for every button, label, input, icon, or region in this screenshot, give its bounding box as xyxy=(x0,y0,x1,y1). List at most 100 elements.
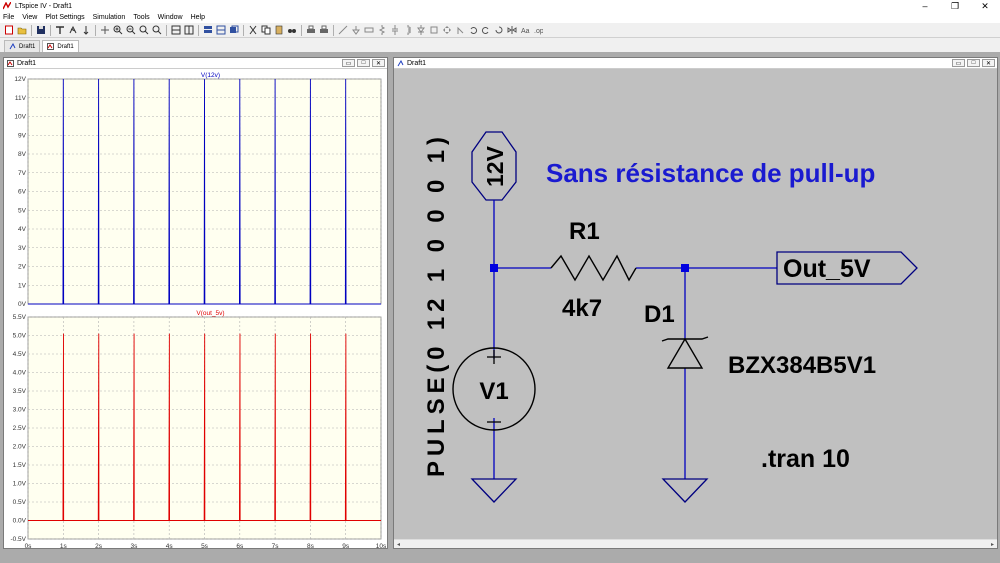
y-tick-label: 5.0V xyxy=(13,333,27,340)
drag-icon[interactable] xyxy=(455,25,465,35)
v1-name[interactable]: V1 xyxy=(479,378,508,405)
spice-directive[interactable]: .tran 10 xyxy=(761,445,850,473)
print-icon[interactable] xyxy=(319,25,329,35)
d1-model[interactable]: BZX384B5V1 xyxy=(728,352,876,379)
menu-plot-settings[interactable]: Plot Settings xyxy=(45,14,84,21)
d1-name[interactable]: D1 xyxy=(644,301,675,328)
y-tick-label: 3.5V xyxy=(13,388,27,395)
waveform-plots[interactable]: 0V 1V 2V 3V 4V 5V 6V 7V 8V 9V 10V 11V 12V V(12v) -0.5V… xyxy=(4,69,387,550)
net-label-12v[interactable]: 12V xyxy=(482,145,508,187)
tile-horizontal-icon[interactable] xyxy=(171,25,181,35)
close-icon: ✕ xyxy=(375,60,382,67)
menu-window[interactable]: Window xyxy=(158,14,183,21)
cascade-icon[interactable] xyxy=(203,25,213,35)
zoom-fit-icon[interactable] xyxy=(139,25,149,35)
y-tick-label: 9V xyxy=(18,132,27,139)
tab-schematic-draft1[interactable]: Draft1 xyxy=(4,40,41,52)
waveform-window-caption: Draft1 ▭ □ ✕ xyxy=(4,58,387,69)
resistor-r1-symbol[interactable] xyxy=(550,254,637,282)
zoom-full-icon[interactable] xyxy=(152,25,162,35)
schematic-drawing[interactable]: Sans résistance de pull-up 12V R1 4k7 Ou… xyxy=(394,69,988,539)
schematic-maximize-button[interactable]: □ xyxy=(967,59,980,67)
tab-waveform-draft1[interactable]: Draft1 xyxy=(42,40,79,52)
menu-bar: File View Plot Settings Simulation Tools… xyxy=(0,12,1000,23)
minimize-icon: – xyxy=(922,1,928,11)
menu-simulation[interactable]: Simulation xyxy=(93,14,126,21)
text-icon[interactable]: Aa xyxy=(520,25,530,35)
junction-dot[interactable] xyxy=(490,264,498,272)
halt-icon[interactable] xyxy=(81,25,91,35)
minimize-button[interactable]: – xyxy=(910,0,940,12)
open-icon[interactable] xyxy=(17,25,27,35)
trace-label[interactable]: V(out_5v) xyxy=(196,310,224,317)
schematic-horizontal-scrollbar[interactable]: ◂ ▸ xyxy=(394,539,997,548)
pan-icon[interactable] xyxy=(100,25,110,35)
save-icon[interactable] xyxy=(36,25,46,35)
scroll-right-icon[interactable]: ▸ xyxy=(988,540,997,548)
zener-d1-symbol[interactable] xyxy=(666,337,704,369)
r1-value[interactable]: 4k7 xyxy=(562,295,602,322)
wire-icon[interactable] xyxy=(338,25,348,35)
x-tick-label: 9s xyxy=(342,543,350,548)
ground-icon[interactable] xyxy=(351,25,361,35)
redo-icon[interactable] xyxy=(481,25,491,35)
v1-value[interactable]: PULSE(0 12 1 0 0 0 1) xyxy=(423,137,450,477)
close-all-icon[interactable] xyxy=(229,25,239,35)
mirror-icon[interactable] xyxy=(507,25,517,35)
tile-icon[interactable] xyxy=(216,25,226,35)
capacitor-icon[interactable] xyxy=(390,25,400,35)
copy-icon[interactable] xyxy=(261,25,271,35)
zoom-in-icon[interactable] xyxy=(113,25,123,35)
inductor-icon[interactable] xyxy=(403,25,413,35)
diode-icon[interactable] xyxy=(416,25,426,35)
menu-tools[interactable]: Tools xyxy=(133,14,149,21)
control-panel-icon[interactable] xyxy=(55,25,65,35)
x-tick-label: 7s xyxy=(272,543,280,548)
new-schematic-icon[interactable] xyxy=(4,25,14,35)
find-icon[interactable] xyxy=(287,25,297,35)
menu-file[interactable]: File xyxy=(3,14,14,21)
waveform-close-button[interactable]: ✕ xyxy=(372,59,385,67)
rotate-icon[interactable] xyxy=(494,25,504,35)
schematic-icon xyxy=(397,59,404,66)
component-icon[interactable] xyxy=(429,25,439,35)
y-tick-label: 1.5V xyxy=(13,462,27,469)
schematic-window: Draft1 ▭ □ ✕ Sans résistance de pull-up … xyxy=(393,57,998,549)
ground-symbol[interactable] xyxy=(470,478,518,503)
run-icon[interactable] xyxy=(68,25,78,35)
schematic-close-button[interactable]: ✕ xyxy=(982,59,995,67)
waveform-minimize-button[interactable]: ▭ xyxy=(342,59,355,67)
svg-text:.op: .op xyxy=(534,28,543,35)
zoom-out-icon[interactable] xyxy=(126,25,136,35)
tile-vertical-icon[interactable] xyxy=(184,25,194,35)
print-setup-icon[interactable] xyxy=(306,25,316,35)
label-net-icon[interactable] xyxy=(364,25,374,35)
restore-button[interactable]: ❐ xyxy=(940,0,970,12)
waveform-plot-area[interactable]: 0V 1V 2V 3V 4V 5V 6V 7V 8V 9V 10V 11V 12V V(12v) -0.5V… xyxy=(4,69,387,550)
net-label-out[interactable]: Out_5V xyxy=(783,255,871,283)
junction-dot[interactable] xyxy=(681,264,689,272)
menu-view[interactable]: View xyxy=(22,14,37,21)
schematic-minimize-button[interactable]: ▭ xyxy=(952,59,965,67)
toolbar-separator xyxy=(198,24,199,36)
close-icon: ✕ xyxy=(985,60,992,67)
resistor-icon[interactable] xyxy=(377,25,387,35)
cut-icon[interactable] xyxy=(248,25,258,35)
x-tick-label: 5s xyxy=(201,543,209,548)
close-button[interactable]: ✕ xyxy=(970,0,1000,12)
trace-label[interactable]: V(12v) xyxy=(201,72,220,79)
schematic-canvas[interactable]: Sans résistance de pull-up 12V R1 4k7 Ou… xyxy=(394,69,997,548)
scroll-left-icon[interactable]: ◂ xyxy=(394,540,403,548)
paste-icon[interactable] xyxy=(274,25,284,35)
document-tab-bar: Draft1 Draft1 xyxy=(0,38,1000,52)
ground-symbol[interactable] xyxy=(661,478,709,503)
undo-icon[interactable] xyxy=(468,25,478,35)
waveform-window: Draft1 ▭ □ ✕ 0V 1V 2V 3V 4V 5V 6V 7V 8V 9V 10V 11V 1… xyxy=(3,57,388,550)
waveform-maximize-button[interactable]: □ xyxy=(357,59,370,67)
move-icon[interactable] xyxy=(442,25,452,35)
schematic-title[interactable]: Sans résistance de pull-up xyxy=(546,158,875,188)
r1-name[interactable]: R1 xyxy=(569,218,600,245)
toolbar-separator xyxy=(95,24,96,36)
spice-directive-icon[interactable]: .op xyxy=(533,25,543,35)
menu-help[interactable]: Help xyxy=(191,14,205,21)
